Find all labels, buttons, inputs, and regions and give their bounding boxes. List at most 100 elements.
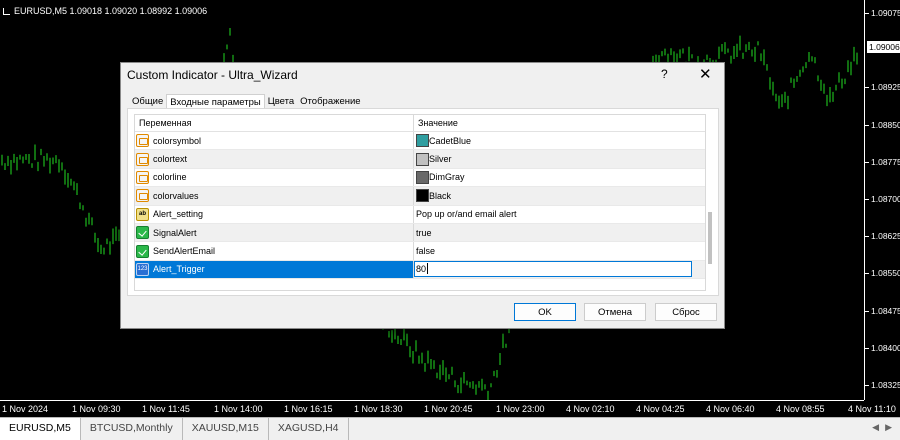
color-swatch[interactable] — [416, 170, 429, 184]
time-tick: 1 Nov 23:00 — [496, 404, 545, 414]
price-tick: 1.08850 — [865, 119, 900, 130]
color-swatch[interactable] — [416, 189, 429, 203]
price-tick: 1.08400 — [865, 342, 900, 353]
time-tick: 4 Nov 02:10 — [566, 404, 615, 414]
time-tick: 1 Nov 11:45 — [142, 404, 190, 414]
symbol-tabs-bar: EURUSD,M5 BTCUSD,Monthly XAUUSD,M15 XAGUSD,… — [0, 417, 900, 440]
alert-trigger-value: 80 — [416, 263, 427, 274]
symbol-tab[interactable]: XAGUSD,H4 — [269, 418, 349, 440]
parameter-name-cell[interactable]: colorline — [135, 168, 414, 187]
reset-button[interactable]: Сброс — [655, 303, 717, 321]
alert-trigger-input[interactable]: 80 — [414, 260, 692, 277]
parameter-row[interactable]: colorvalues Black — [135, 187, 705, 206]
price-tick: 1.09075 — [865, 8, 900, 18]
time-tick: 1 Nov 2024 — [2, 404, 49, 414]
bool-param-icon — [136, 244, 149, 258]
parameter-row[interactable]: colorline DimGray — [135, 168, 705, 188]
time-tick: 4 Nov 11:10 — [848, 404, 896, 414]
parameter-value: CadetBlue — [429, 135, 472, 146]
parameter-name: Alert_Trigger — [153, 264, 205, 275]
parameter-value: Pop up or/and email alert — [416, 209, 517, 220]
parameter-value-cell[interactable]: CadetBlue — [414, 132, 705, 149]
color-param-icon — [136, 134, 149, 148]
parameter-name: colortext — [153, 154, 188, 165]
inputs-panel: Переменная Значение colorsymbol CadetBlue… — [127, 108, 719, 296]
column-variable[interactable]: Переменная — [135, 115, 414, 131]
parameter-row[interactable]: colorsymbol CadetBlue — [135, 132, 705, 151]
number-param-icon: 123 — [136, 262, 149, 276]
parameter-value-cell[interactable]: Black — [414, 187, 705, 204]
color-swatch[interactable] — [416, 152, 429, 166]
parameter-name: colorsymbol — [153, 135, 202, 146]
custom-indicator-dialog: Custom Indicator - Ultra_Wizard ? ✕ Общи… — [120, 62, 725, 329]
current-price-label: 1.09006 — [867, 41, 900, 53]
time-tick: 4 Nov 08:55 — [776, 404, 825, 414]
parameter-value-cell[interactable]: Pop up or/and email alert — [414, 206, 705, 223]
color-swatch[interactable] — [416, 134, 429, 148]
text-caret — [427, 263, 429, 275]
price-tick: 1.08550 — [865, 268, 900, 279]
parameter-name-cell[interactable]: colortext — [135, 150, 414, 168]
parameter-name: colorline — [153, 172, 187, 183]
ok-button[interactable]: OK — [514, 303, 576, 321]
parameter-name-cell[interactable]: colorvalues — [135, 187, 414, 205]
scrollbar-thumb[interactable] — [708, 212, 712, 264]
parameter-name-cell[interactable]: SignalAlert — [135, 223, 414, 242]
time-tick: 1 Nov 20:45 — [424, 404, 473, 414]
grid-header: Переменная Значение — [135, 115, 705, 132]
parameter-name: SendAlertEmail — [153, 246, 216, 257]
time-axis[interactable]: 1 Nov 2024 1 Nov 09:30 1 Nov 11:45 1 Nov 14… — [0, 400, 896, 418]
parameter-name-cell[interactable]: ab Alert_setting — [135, 205, 414, 223]
close-button[interactable]: ✕ — [699, 65, 712, 83]
symbol-tab[interactable]: EURUSD,M5 — [0, 418, 81, 440]
parameter-value-cell[interactable]: Silver — [414, 150, 705, 167]
parameter-value: Black — [429, 190, 452, 201]
parameter-row[interactable]: SendAlertEmail false — [135, 242, 705, 261]
time-tick: 4 Nov 06:40 — [706, 404, 755, 414]
cancel-button[interactable]: Отмена — [584, 303, 646, 321]
bool-param-icon — [136, 226, 149, 240]
parameter-value-cell[interactable]: false — [414, 242, 705, 259]
color-param-icon — [136, 189, 149, 203]
parameter-value-cell[interactable]: DimGray — [414, 169, 705, 186]
grid-scrollbar[interactable] — [708, 114, 714, 289]
parameter-row[interactable]: ab Alert_setting Pop up or/and email alert — [135, 205, 705, 224]
price-tick: 1.08775 — [865, 156, 900, 167]
parameter-row[interactable]: 123 Alert_Trigger 80 — [135, 260, 705, 280]
parameter-row[interactable]: SignalAlert true — [135, 223, 705, 243]
parameter-value: DimGray — [429, 172, 465, 183]
chart-header-text: EURUSD,M5 1.09018 1.09020 1.08992 1.0900… — [14, 6, 208, 16]
time-tick: 1 Nov 18:30 — [354, 404, 403, 414]
price-tick: 1.08700 — [865, 194, 900, 204]
help-button[interactable]: ? — [661, 67, 668, 81]
chart-collapse-icon[interactable] — [3, 7, 10, 15]
price-tick: 1.08325 — [865, 380, 900, 390]
time-tick: 1 Nov 14:00 — [214, 404, 263, 414]
parameter-name: colorvalues — [153, 190, 199, 201]
symbol-tab[interactable]: BTCUSD,Monthly — [81, 418, 183, 440]
parameter-value-cell[interactable]: 80 — [414, 260, 705, 278]
scroll-left-icon[interactable]: ◀ — [872, 422, 879, 436]
time-tick: 4 Nov 04:25 — [636, 404, 685, 414]
time-tick: 1 Nov 16:15 — [284, 404, 333, 414]
parameter-value-cell[interactable]: true — [414, 224, 705, 241]
scroll-right-icon[interactable]: ▶ — [885, 422, 892, 436]
price-tick: 1.08925 — [865, 82, 900, 93]
parameter-name-cell[interactable]: colorsymbol — [135, 132, 414, 150]
parameter-name-cell[interactable]: 123 Alert_Trigger — [135, 260, 414, 279]
tab-scroll-arrows: ◀ ▶ — [864, 418, 900, 440]
symbol-tab[interactable]: XAUUSD,M15 — [183, 418, 269, 440]
dialog-title: Custom Indicator - Ultra_Wizard — [127, 68, 298, 82]
parameter-name: Alert_setting — [153, 209, 204, 220]
time-tick: 1 Nov 09:30 — [72, 404, 121, 414]
parameters-grid: Переменная Значение colorsymbol CadetBlue… — [134, 114, 706, 291]
parameter-row[interactable]: colortext Silver — [135, 150, 705, 169]
parameter-value: true — [416, 227, 432, 238]
color-param-icon — [136, 170, 149, 184]
parameter-name-cell[interactable]: SendAlertEmail — [135, 242, 414, 260]
string-param-icon: ab — [136, 207, 149, 221]
price-axis[interactable]: 1.09075 1.08925 1.08850 1.08775 1.08700 1.086… — [864, 0, 900, 400]
column-value[interactable]: Значение — [414, 115, 462, 131]
chart-symbol-header: EURUSD,M5 1.09018 1.09020 1.08992 1.0900… — [3, 6, 207, 16]
price-tick: 1.08625 — [865, 231, 900, 242]
